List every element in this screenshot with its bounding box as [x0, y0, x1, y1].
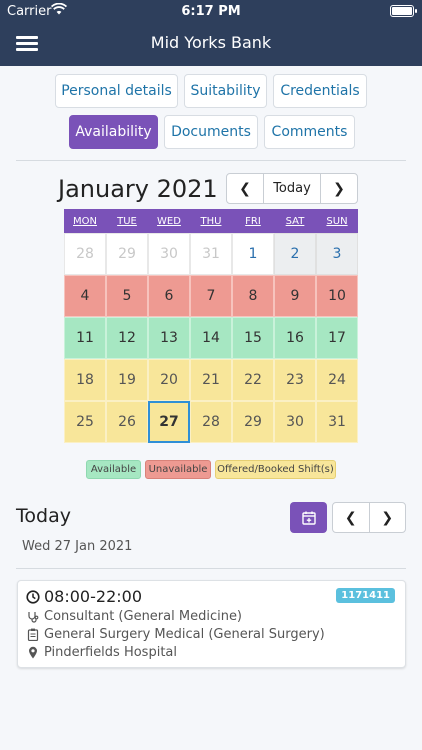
- shift-time: 08:00-22:00: [44, 587, 142, 606]
- calendar-day[interactable]: 1: [232, 233, 274, 275]
- calendar-day[interactable]: 26: [106, 401, 148, 443]
- calendar-day[interactable]: 9: [274, 275, 316, 317]
- next-day-button[interactable]: ❯: [370, 503, 406, 532]
- calendar-day[interactable]: 30: [148, 233, 190, 275]
- calendar-day[interactable]: 11: [64, 317, 106, 359]
- tab-suitability[interactable]: Suitability: [184, 74, 267, 108]
- calendar-day[interactable]: 31: [316, 401, 358, 443]
- selected-date: Wed 27 Jan 2021: [22, 539, 133, 554]
- tab-credentials[interactable]: Credentials: [273, 74, 367, 108]
- calendar-day[interactable]: 29: [106, 233, 148, 275]
- calendar-days: 28 29 30 31 1 2 3 4 5 6 7 8 9 10 11 12 13 14 15 16 17 18 19 20 2…: [64, 233, 358, 443]
- weekday-label: SAT: [285, 215, 305, 227]
- tab-comments[interactable]: Comments: [264, 115, 355, 149]
- calendar-day[interactable]: 6: [148, 275, 190, 317]
- status-bar: Carrier 6:17 PM: [0, 0, 422, 22]
- chevron-left-icon: ❮: [344, 509, 357, 526]
- calendar-day[interactable]: 10: [316, 275, 358, 317]
- shift-location-row: Pinderfields Hospital: [26, 645, 177, 660]
- calendar-day[interactable]: 4: [64, 275, 106, 317]
- chevron-right-icon: ❯: [381, 509, 394, 526]
- divider: [16, 160, 406, 161]
- day-navigation: ❮ ❯: [332, 502, 406, 533]
- shift-reference-badge: 1171411: [336, 588, 395, 603]
- calendar-day[interactable]: 20: [148, 359, 190, 401]
- weekday-label: TUE: [117, 215, 137, 227]
- weekday-label: WED: [157, 215, 181, 227]
- calendar-day[interactable]: 21: [190, 359, 232, 401]
- shift-location: Pinderfields Hospital: [44, 645, 177, 660]
- weekday-label: SUN: [326, 215, 348, 227]
- today-heading: Today: [16, 505, 71, 527]
- clipboard-icon: [26, 628, 40, 642]
- calendar-day[interactable]: 16: [274, 317, 316, 359]
- shift-ward-row: General Surgery Medical (General Surgery…: [26, 627, 325, 642]
- calendar-day[interactable]: 8: [232, 275, 274, 317]
- calendar-day[interactable]: 24: [316, 359, 358, 401]
- month-navigation: ❮ Today ❯: [226, 173, 358, 204]
- legend-offered: Offered/Booked Shift(s): [215, 460, 336, 479]
- calendar-day[interactable]: 13: [148, 317, 190, 359]
- stethoscope-icon: [26, 610, 40, 624]
- weekday-label: FRI: [245, 215, 261, 227]
- tab-documents[interactable]: Documents: [164, 115, 258, 149]
- map-pin-icon: [26, 646, 40, 660]
- tab-personal-details[interactable]: Personal details: [55, 74, 178, 108]
- legend-available: Available: [86, 460, 141, 479]
- calendar-day[interactable]: 12: [106, 317, 148, 359]
- calendar-plus-icon: [301, 511, 316, 525]
- calendar-day-selected[interactable]: 27: [148, 401, 190, 443]
- chevron-left-icon: ❮: [239, 180, 251, 197]
- calendar-day[interactable]: 29: [232, 401, 274, 443]
- calendar-day[interactable]: 14: [190, 317, 232, 359]
- month-title: January 2021: [58, 175, 218, 203]
- battery-icon: [390, 5, 417, 17]
- today-button[interactable]: Today: [263, 174, 321, 203]
- shift-time-row: 08:00-22:00: [26, 587, 142, 606]
- calendar-day[interactable]: 28: [64, 233, 106, 275]
- clock: 6:17 PM: [181, 4, 241, 19]
- top-bar: Carrier 6:17 PM Mid Yorks Bank: [0, 0, 422, 66]
- calendar-day[interactable]: 17: [316, 317, 358, 359]
- calendar-day[interactable]: 28: [190, 401, 232, 443]
- calendar-day[interactable]: 30: [274, 401, 316, 443]
- tab-availability[interactable]: Availability: [69, 115, 158, 149]
- calendar-day[interactable]: 25: [64, 401, 106, 443]
- shift-role-row: Consultant (General Medicine): [26, 609, 242, 624]
- calendar-day[interactable]: 15: [232, 317, 274, 359]
- next-month-button[interactable]: ❯: [321, 174, 357, 203]
- chevron-right-icon: ❯: [333, 180, 345, 197]
- calendar-day[interactable]: 23: [274, 359, 316, 401]
- calendar-day[interactable]: 2: [274, 233, 316, 275]
- calendar-day[interactable]: 7: [190, 275, 232, 317]
- previous-month-button[interactable]: ❮: [227, 174, 263, 203]
- calendar-day[interactable]: 22: [232, 359, 274, 401]
- shift-role: Consultant (General Medicine): [44, 609, 243, 624]
- calendar-day[interactable]: 19: [106, 359, 148, 401]
- add-calendar-button[interactable]: [290, 502, 327, 533]
- calendar-grid: MON TUE WED THU FRI SAT SUN 28 29 30 31 1 2 3 4 5 6 7 8 9 1…: [64, 209, 358, 443]
- calendar-day[interactable]: 5: [106, 275, 148, 317]
- previous-day-button[interactable]: ❮: [333, 503, 370, 532]
- clock-icon: [26, 589, 40, 604]
- divider: [16, 568, 406, 569]
- weekday-header: MON TUE WED THU FRI SAT SUN: [64, 209, 358, 233]
- calendar-day[interactable]: 31: [190, 233, 232, 275]
- shift-ward: General Surgery Medical (General Surgery…: [44, 627, 325, 642]
- legend-unavailable: Unavailable: [145, 460, 211, 479]
- shift-card[interactable]: 08:00-22:00 Consultant (General Medicine…: [17, 580, 406, 668]
- calendar-day[interactable]: 18: [64, 359, 106, 401]
- calendar-day[interactable]: 3: [316, 233, 358, 275]
- page-title: Mid Yorks Bank: [150, 33, 272, 52]
- weekday-label: THU: [200, 215, 222, 227]
- weekday-label: MON: [73, 215, 97, 227]
